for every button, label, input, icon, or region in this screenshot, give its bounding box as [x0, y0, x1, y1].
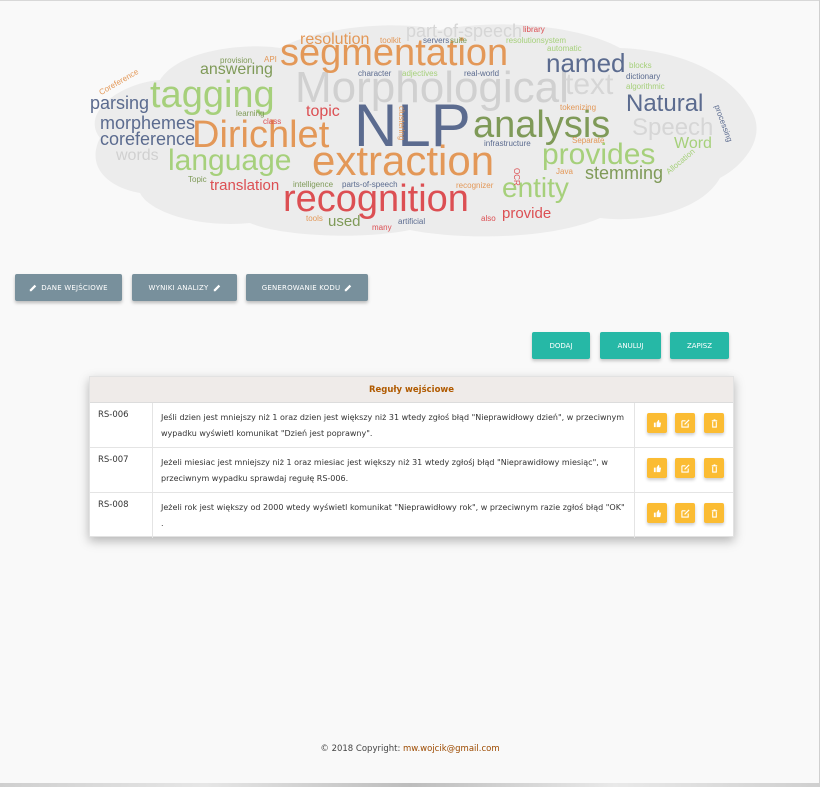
table-row: RS-006 Jeśli dzien jest mniejszy niż 1 o… — [90, 403, 733, 448]
table-row: RS-007 Jeżeli miesiac jest mniejszy niż … — [90, 448, 733, 493]
edit-rule-button[interactable] — [675, 458, 695, 478]
add-button[interactable]: DODAJ — [532, 332, 590, 359]
cloud-word: stemming — [585, 163, 664, 183]
cloud-word: topic — [306, 103, 340, 120]
cloud-word: used — [328, 213, 361, 230]
cloud-word: translation — [210, 177, 280, 194]
rule-text: Jeżeli rok jest większy od 2000 wtedy wy… — [154, 493, 635, 538]
cloud-word: suite — [450, 36, 467, 45]
trash-icon — [711, 508, 717, 518]
cloud-word: Natural — [626, 90, 704, 117]
cloud-word: extraction — [312, 137, 495, 184]
edit-rule-button[interactable] — [675, 413, 695, 433]
cloud-word: provide — [502, 205, 552, 222]
cloud-word: blocks — [629, 61, 652, 70]
cloud-word: words — [116, 147, 159, 164]
pencil-icon — [30, 284, 37, 291]
row-actions — [636, 448, 732, 492]
cloud-word: API — [264, 55, 277, 64]
cloud-word: infrastructure — [484, 139, 531, 148]
cloud-word: adjectives — [402, 69, 438, 78]
edit-rule-button[interactable] — [675, 503, 695, 523]
cloud-word: intelligence — [293, 180, 334, 189]
cloud-word: clustering — [397, 106, 406, 141]
trash-icon — [711, 463, 717, 473]
cloud-word: many — [372, 223, 392, 232]
tab-code-generation-button[interactable]: GENEROWANIE KODU — [246, 274, 368, 301]
cloud-word: tokenizing — [560, 103, 597, 112]
rules-table: Reguły wejściowe RS-006 Jeśli dzien jest… — [89, 376, 734, 538]
rule-id: RS-008 — [90, 493, 153, 538]
thumbs-up-icon — [653, 509, 661, 517]
cloud-word: coreference — [100, 129, 196, 149]
cloud-word: learning — [236, 109, 265, 118]
rules-table-title: Reguły wejściowe — [90, 377, 733, 403]
cloud-word: parsing — [90, 93, 150, 113]
edit-icon — [680, 418, 690, 428]
cloud-word: character — [358, 69, 392, 78]
footer: © 2018 Copyright: mw.wojcik@gmail.com — [0, 744, 820, 754]
cloud-word: toolkit — [380, 36, 401, 45]
save-button[interactable]: ZAPISZ — [670, 332, 729, 359]
row-actions — [636, 403, 732, 447]
tab-analysis-results-button[interactable]: WYNIKI ANALIZY — [132, 274, 237, 301]
row-actions — [636, 493, 732, 538]
cloud-word: language — [168, 144, 292, 177]
cloud-word: Separate — [572, 136, 605, 145]
rule-text: Jeśli dzien jest mniejszy niż 1 oraz dzi… — [154, 403, 635, 447]
cloud-word: resolution — [300, 31, 370, 48]
cloud-word: Topic — [188, 175, 207, 184]
cloud-word: artificial — [398, 217, 426, 226]
delete-rule-button[interactable] — [704, 503, 724, 523]
cloud-word: algorithmic — [626, 82, 665, 91]
delete-rule-button[interactable] — [704, 458, 724, 478]
rule-id: RS-007 — [90, 448, 153, 492]
cloud-word: provision — [220, 56, 253, 65]
pencil-icon — [345, 284, 352, 291]
tab-input-data-button[interactable]: DANE WEJŚCIOWE — [15, 274, 122, 301]
cloud-word: automatic — [547, 44, 582, 53]
delete-rule-button[interactable] — [704, 413, 724, 433]
trash-icon — [711, 418, 717, 428]
use-rule-button[interactable] — [647, 458, 667, 478]
rule-id: RS-006 — [90, 403, 153, 447]
copyright-text: © 2018 Copyright: — [320, 744, 401, 754]
cloud-word: recognizer — [456, 181, 494, 190]
tab-analysis-results-label: WYNIKI ANALIZY — [148, 283, 209, 292]
rule-text: Jeżeli miesiac jest mniejszy niż 1 oraz … — [154, 448, 635, 492]
cloud-word: also — [481, 214, 496, 223]
cloud-word: OCR — [512, 168, 521, 186]
cloud-word: Java — [556, 167, 573, 176]
cloud-word: servers — [423, 36, 450, 45]
cloud-word: parts-of-speech — [342, 180, 398, 189]
pencil-icon — [213, 284, 220, 291]
cloud-word: library — [523, 25, 545, 34]
cloud-word: text — [565, 68, 614, 101]
contact-email-link[interactable]: mw.wojcik@gmail.com — [403, 744, 500, 754]
thumbs-up-icon — [653, 419, 661, 427]
nlp-word-cloud: NLP Morphological segmentation analysis extr… — [80, 18, 760, 240]
cloud-word: tools — [306, 214, 323, 223]
table-row: RS-008 Jeżeli rok jest większy od 2000 w… — [90, 493, 733, 538]
cancel-button[interactable]: ANULUJ — [600, 332, 661, 359]
cloud-word: real-world — [464, 69, 500, 78]
thumbs-up-icon — [653, 464, 661, 472]
cloud-word: dictionary — [626, 72, 661, 81]
edit-icon — [680, 463, 690, 473]
window-bottom-edge — [0, 783, 820, 787]
use-rule-button[interactable] — [647, 413, 667, 433]
tab-code-generation-label: GENEROWANIE KODU — [261, 283, 341, 292]
tab-input-data-label: DANE WEJŚCIOWE — [41, 283, 108, 292]
cloud-word: class — [263, 117, 282, 126]
window-top-border — [0, 0, 820, 1]
edit-icon — [680, 508, 690, 518]
use-rule-button[interactable] — [647, 503, 667, 523]
